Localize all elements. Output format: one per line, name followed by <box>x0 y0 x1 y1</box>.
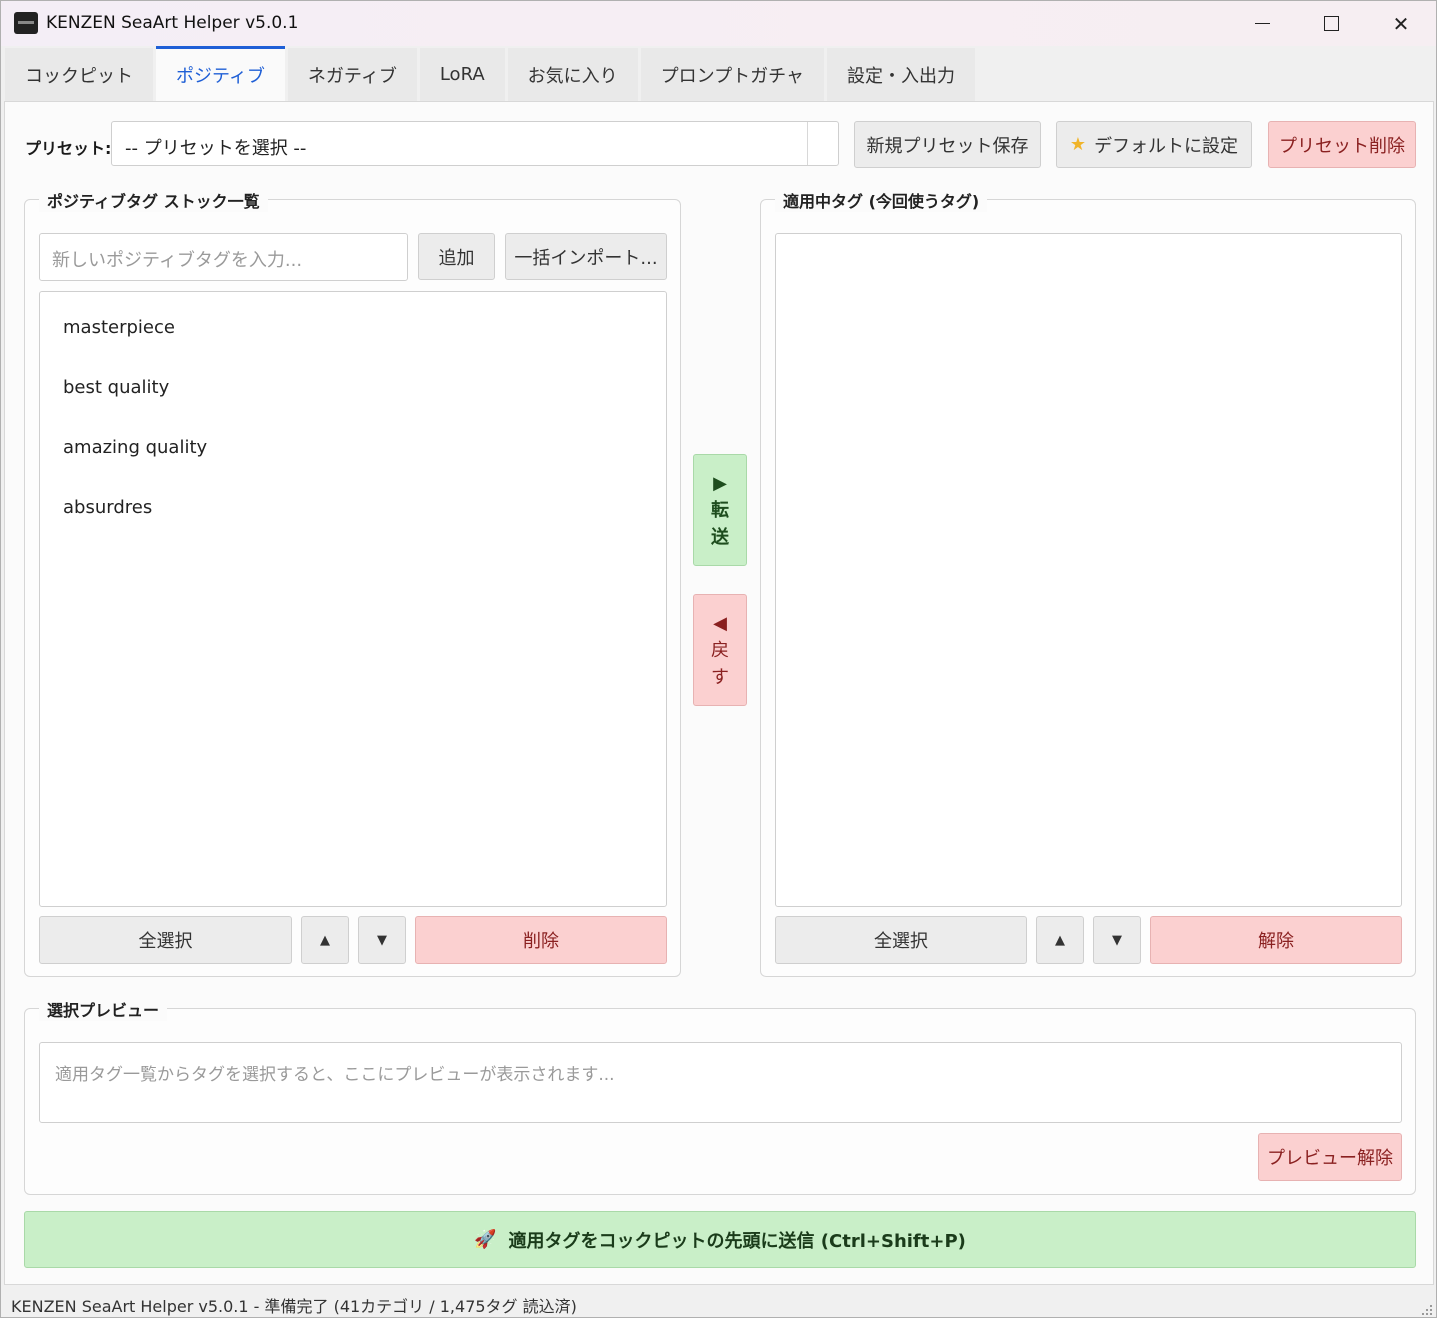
return-label-char: す <box>711 666 729 688</box>
tab-favorites[interactable]: お気に入り <box>507 48 638 101</box>
play-left-icon: ◀ <box>713 612 727 634</box>
minimize-button[interactable] <box>1227 1 1297 46</box>
applied-group: 適用中タグ (今回使うタグ) 全選択 ▲ ▼ 解除 <box>760 188 1416 977</box>
clear-preview-button[interactable]: プレビュー解除 <box>1258 1133 1402 1181</box>
app-logo-icon <box>14 12 38 34</box>
applied-select-all-button[interactable]: 全選択 <box>775 916 1027 964</box>
transfer-label-char: 転 <box>711 499 729 521</box>
tab-bar: コックピット ポジティブ ネガティブ LoRA お気に入り プロンプトガチャ 設… <box>5 46 978 101</box>
close-icon: ✕ <box>1392 11 1410 36</box>
positive-tab-content: プリセット: -- プリセットを選択 -- 新規プリセット保存 ★ デフォルトに… <box>4 101 1434 1285</box>
stock-tag-list[interactable]: masterpiece best quality amazing quality… <box>39 291 667 907</box>
stock-select-all-button[interactable]: 全選択 <box>39 916 292 964</box>
close-button[interactable]: ✕ <box>1366 1 1436 46</box>
stock-delete-button[interactable]: 削除 <box>415 916 667 964</box>
window-title: KENZEN SeaArt Helper v5.0.1 <box>46 13 299 33</box>
applied-group-title: 適用中タグ (今回使うタグ) <box>775 188 988 212</box>
tab-cockpit[interactable]: コックピット <box>5 48 153 101</box>
applied-remove-button[interactable]: 解除 <box>1150 916 1402 964</box>
status-text: KENZEN SeaArt Helper v5.0.1 - 準備完了 (41カテ… <box>11 1297 577 1316</box>
transfer-button[interactable]: ▶ 転 送 <box>693 454 747 566</box>
rocket-icon: 🚀 <box>474 1229 497 1250</box>
applied-tag-list[interactable] <box>775 233 1402 907</box>
app-window: KENZEN SeaArt Helper v5.0.1 ✕ コックピット ポジテ… <box>0 0 1437 1318</box>
tab-lora[interactable]: LoRA <box>419 48 505 101</box>
preset-selected-value: -- プリセットを選択 -- <box>125 138 307 159</box>
transfer-label-char: 送 <box>711 526 729 548</box>
list-item[interactable]: absurdres <box>63 497 152 518</box>
preset-select[interactable]: -- プリセットを選択 -- <box>111 121 839 166</box>
tab-positive[interactable]: ポジティブ <box>156 46 285 101</box>
preview-text-area[interactable]: 適用タグ一覧からタグを選択すると、ここにプレビューが表示されます... <box>39 1042 1402 1123</box>
preview-group-title: 選択プレビュー <box>39 997 168 1021</box>
set-default-label: デフォルトに設定 <box>1094 135 1239 157</box>
dropdown-divider <box>807 122 808 165</box>
tab-settings-io[interactable]: 設定・入出力 <box>826 48 975 101</box>
set-default-button[interactable]: ★ デフォルトに設定 <box>1056 121 1252 168</box>
maximize-button[interactable] <box>1296 1 1366 46</box>
list-item[interactable]: masterpiece <box>63 317 175 338</box>
minimize-icon <box>1254 23 1270 24</box>
preset-label: プリセット: <box>25 139 112 158</box>
send-to-cockpit-button[interactable]: 🚀 適用タグをコックピットの先頭に送信 (Ctrl+Shift+P) <box>24 1211 1416 1268</box>
new-tag-input[interactable]: 新しいポジティブタグを入力... <box>39 233 408 281</box>
delete-preset-button[interactable]: プリセット削除 <box>1268 121 1416 168</box>
save-preset-button[interactable]: 新規プリセット保存 <box>854 121 1041 168</box>
list-item[interactable]: best quality <box>63 377 169 398</box>
star-icon: ★ <box>1069 134 1087 155</box>
return-button[interactable]: ◀ 戻 す <box>693 594 747 706</box>
applied-move-up-button[interactable]: ▲ <box>1036 916 1084 964</box>
stock-move-up-button[interactable]: ▲ <box>301 916 349 964</box>
stock-group: ポジティブタグ ストック一覧 新しいポジティブタグを入力... 追加 一括インポ… <box>24 188 681 977</box>
tab-negative[interactable]: ネガティブ <box>287 48 417 101</box>
status-bar: KENZEN SeaArt Helper v5.0.1 - 準備完了 (41カテ… <box>1 1287 1436 1317</box>
play-right-icon: ▶ <box>713 472 727 494</box>
send-to-cockpit-label: 適用タグをコックピットの先頭に送信 (Ctrl+Shift+P) <box>508 1230 966 1252</box>
title-bar[interactable]: KENZEN SeaArt Helper v5.0.1 ✕ <box>1 1 1436 46</box>
stock-move-down-button[interactable]: ▼ <box>358 916 406 964</box>
list-item[interactable]: amazing quality <box>63 437 207 458</box>
tab-prompt-gacha[interactable]: プロンプトガチャ <box>640 48 824 101</box>
resize-grip-icon[interactable] <box>1422 1305 1432 1315</box>
bulk-import-button[interactable]: 一括インポート... <box>505 233 667 280</box>
maximize-icon <box>1323 16 1339 31</box>
stock-group-title: ポジティブタグ ストック一覧 <box>39 188 268 212</box>
return-label-char: 戻 <box>711 639 729 661</box>
preview-group: 選択プレビュー 適用タグ一覧からタグを選択すると、ここにプレビューが表示されます… <box>24 997 1416 1195</box>
add-tag-button[interactable]: 追加 <box>418 233 495 280</box>
applied-move-down-button[interactable]: ▼ <box>1093 916 1141 964</box>
